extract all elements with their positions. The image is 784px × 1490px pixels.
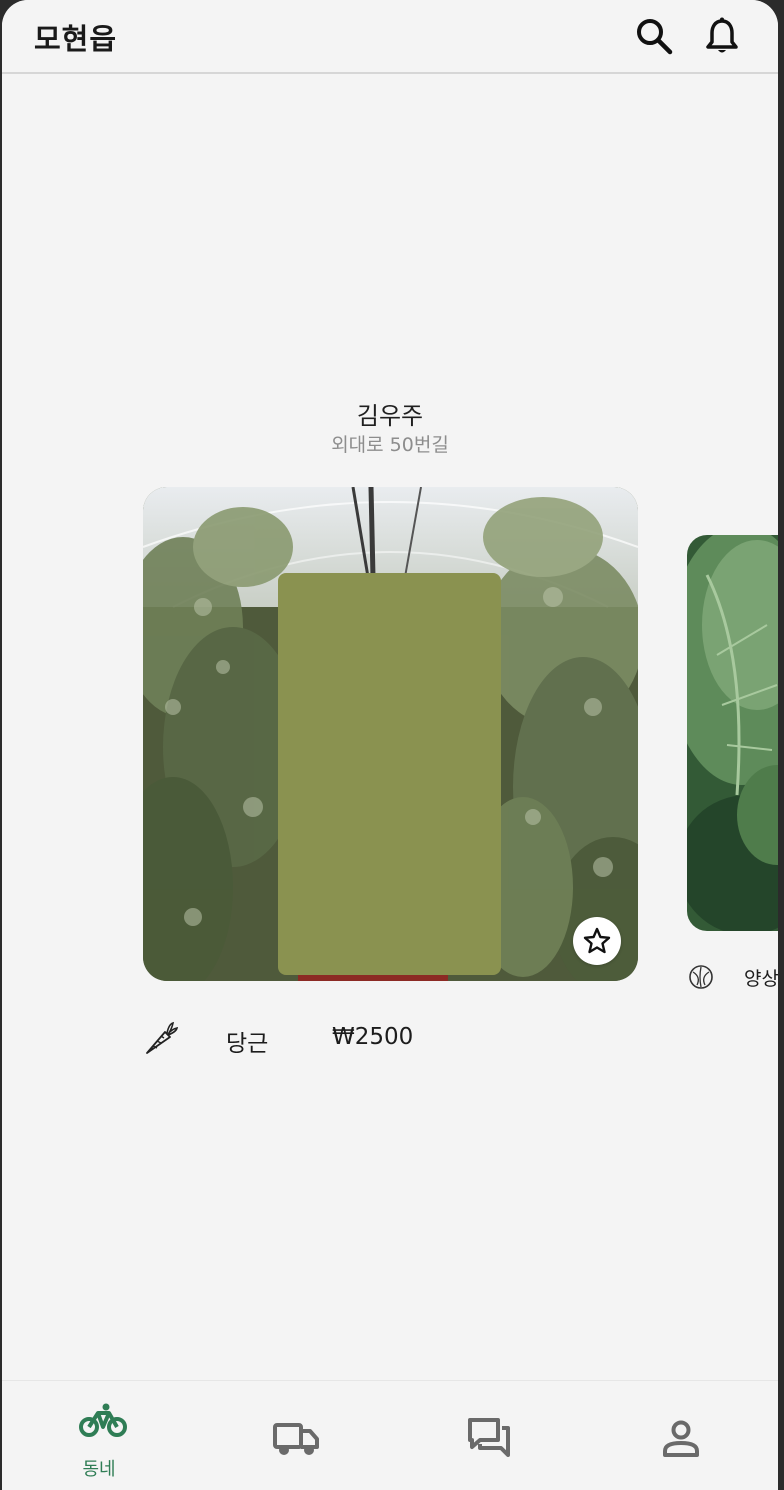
location-title: 모현읍 <box>34 22 118 56</box>
product-card-image[interactable] <box>143 487 638 981</box>
carrot-icon <box>143 1020 179 1056</box>
nav-label-neighborhood: 동네 <box>82 1459 116 1480</box>
nav-item-chat[interactable] <box>390 1381 584 1490</box>
product-name: 당근 <box>226 1031 269 1057</box>
nav-item-profile[interactable] <box>584 1381 778 1490</box>
search-icon[interactable] <box>634 16 674 56</box>
favorite-button[interactable] <box>573 917 621 965</box>
bottom-navigation: 동네 <box>2 1380 778 1490</box>
person-icon <box>663 1420 699 1457</box>
app-screen: 모현읍 김우주 외대로 50번길 당근 ₩2500 양상 동네 <box>2 0 778 1490</box>
cabbage-icon <box>687 963 715 991</box>
nav-item-neighborhood[interactable]: 동네 <box>2 1381 196 1490</box>
bell-icon[interactable] <box>702 16 742 56</box>
next-product-card-image[interactable] <box>687 535 778 931</box>
product-price: ₩2500 <box>332 1024 414 1050</box>
nav-item-delivery[interactable] <box>196 1381 390 1490</box>
app-bar: 모현읍 <box>2 0 778 74</box>
farmer-name: 김우주 <box>356 402 424 430</box>
chat-icon <box>468 1418 510 1457</box>
farmer-address: 외대로 50번길 <box>331 434 449 456</box>
star-outline-icon <box>583 927 611 954</box>
next-product-name: 양상 <box>744 968 778 990</box>
truck-icon <box>273 1423 319 1455</box>
bicycle-icon <box>79 1403 127 1437</box>
